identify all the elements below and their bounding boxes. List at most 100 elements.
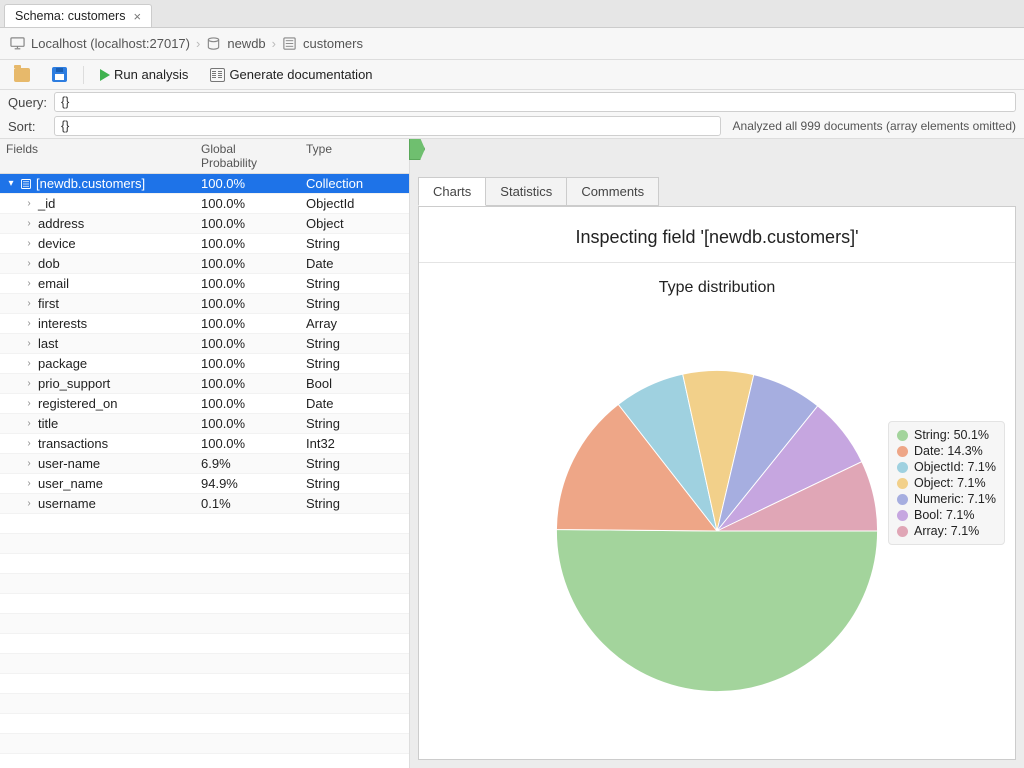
legend-item-bool[interactable]: Bool: 7.1% <box>897 507 996 523</box>
field-row[interactable]: ›user-name6.9%String <box>0 454 409 474</box>
field-prob: 100.0% <box>195 256 300 271</box>
field-type: Date <box>300 256 409 271</box>
legend-item-string[interactable]: String: 50.1% <box>897 427 996 443</box>
chevron-right-icon: › <box>24 478 34 489</box>
chevron-right-icon: › <box>24 258 34 269</box>
chevron-right-icon: › <box>24 318 34 329</box>
breadcrumb-collection[interactable]: customers <box>303 36 363 51</box>
legend-item-array[interactable]: Array: 7.1% <box>897 523 996 539</box>
field-row[interactable]: ›title100.0%String <box>0 414 409 434</box>
field-type: String <box>300 336 409 351</box>
save-button[interactable] <box>46 64 73 85</box>
tab-strip: Schema: customers × <box>0 0 1024 28</box>
chevron-right-icon: › <box>24 378 34 389</box>
play-icon <box>100 69 110 81</box>
field-name: email <box>38 276 69 291</box>
field-row[interactable]: ›last100.0%String <box>0 334 409 354</box>
field-type: Object <box>300 216 409 231</box>
chart-title: Inspecting field '[newdb.customers]' <box>419 207 1015 263</box>
field-name: [newdb.customers] <box>36 176 145 191</box>
field-name: device <box>38 236 76 251</box>
field-row[interactable]: ›package100.0%String <box>0 354 409 374</box>
inspector-tabs: Charts Statistics Comments <box>418 177 1024 206</box>
close-icon[interactable]: × <box>133 10 141 23</box>
chart-subtitle: Type distribution <box>419 263 1015 303</box>
chevron-right-icon: › <box>24 278 34 289</box>
query-input[interactable] <box>54 92 1016 112</box>
breadcrumb-host[interactable]: Localhost (localhost:27017) <box>31 36 190 51</box>
pie-chart <box>547 361 887 701</box>
legend-swatch <box>897 510 908 521</box>
field-row[interactable]: › _id 100.0%ObjectId <box>0 194 409 214</box>
header-type[interactable]: Type <box>300 139 409 173</box>
generate-doc-button[interactable]: Generate documentation <box>204 64 378 85</box>
chevron-right-icon: › <box>24 198 34 209</box>
header-probability[interactable]: Global Probability <box>195 139 300 173</box>
field-type: Bool <box>300 376 409 391</box>
tab-charts[interactable]: Charts <box>418 177 486 206</box>
chevron-right-icon: › <box>24 238 34 249</box>
field-type: String <box>300 276 409 291</box>
chevron-right-icon: › <box>24 298 34 309</box>
empty-row <box>0 594 409 614</box>
field-row[interactable]: ›interests100.0%Array <box>0 314 409 334</box>
field-prob: 6.9% <box>195 456 300 471</box>
field-row[interactable]: ›device100.0%String <box>0 234 409 254</box>
chevron-right-icon: › <box>24 438 34 449</box>
field-row[interactable]: ›dob100.0%Date <box>0 254 409 274</box>
tab-comments[interactable]: Comments <box>566 177 659 206</box>
legend-label: Date: 14.3% <box>914 444 983 458</box>
collection-icon <box>282 36 297 51</box>
collection-icon <box>20 178 32 190</box>
analyzed-note: Analyzed all 999 documents (array elemen… <box>727 119 1016 133</box>
field-row[interactable]: ›first100.0%String <box>0 294 409 314</box>
field-name: interests <box>38 316 87 331</box>
legend-item-objectid[interactable]: ObjectId: 7.1% <box>897 459 996 475</box>
breadcrumb: Localhost (localhost:27017) › newdb › cu… <box>0 28 1024 60</box>
legend-item-date[interactable]: Date: 14.3% <box>897 443 996 459</box>
field-row[interactable]: ›email100.0%String <box>0 274 409 294</box>
field-type: Collection <box>300 176 409 191</box>
pie-slice-string[interactable] <box>556 529 877 691</box>
chart-area: String: 50.1%Date: 14.3% ObjectId: 7.1%Ob… <box>419 303 1015 759</box>
field-row[interactable]: ›user_name94.9%String <box>0 474 409 494</box>
legend-item-object[interactable]: Object: 7.1% <box>897 475 996 491</box>
legend-swatch <box>897 478 908 489</box>
field-name: package <box>38 356 87 371</box>
empty-row <box>0 554 409 574</box>
field-name: _id <box>38 196 55 211</box>
sort-input[interactable] <box>54 116 721 136</box>
breadcrumb-db[interactable]: newdb <box>227 36 265 51</box>
field-type: String <box>300 456 409 471</box>
field-tree-body[interactable]: ▾[newdb.customers]100.0%Collection › _id 10… <box>0 174 409 768</box>
field-type: String <box>300 496 409 511</box>
legend-item-numeric[interactable]: Numeric: 7.1% <box>897 491 996 507</box>
chevron-right-icon: › <box>24 358 34 369</box>
field-row[interactable]: ›registered_on100.0%Date <box>0 394 409 414</box>
field-row-root[interactable]: ▾[newdb.customers]100.0%Collection <box>0 174 409 194</box>
empty-row <box>0 574 409 594</box>
chart-card: Inspecting field '[newdb.customers]' Typ… <box>418 206 1016 760</box>
field-type: String <box>300 476 409 491</box>
legend-swatch <box>897 526 908 537</box>
field-row[interactable]: ›transactions100.0%Int32 <box>0 434 409 454</box>
generate-doc-label: Generate documentation <box>229 67 372 82</box>
field-row[interactable]: ›address100.0%Object <box>0 214 409 234</box>
field-row[interactable]: ›username0.1%String <box>0 494 409 514</box>
field-prob: 100.0% <box>195 196 300 211</box>
chevron-right-icon: › <box>24 398 34 409</box>
panel-handle-icon[interactable] <box>409 139 425 160</box>
file-tab-schema[interactable]: Schema: customers × <box>4 4 152 27</box>
legend-label: ObjectId: 7.1% <box>914 460 996 474</box>
toolbar: Run analysis Generate documentation <box>0 60 1024 90</box>
field-type: ObjectId <box>300 196 409 211</box>
field-type: Date <box>300 396 409 411</box>
header-fields[interactable]: Fields <box>0 139 195 173</box>
open-button[interactable] <box>8 65 36 85</box>
field-type: Int32 <box>300 436 409 451</box>
tab-statistics[interactable]: Statistics <box>485 177 567 206</box>
run-analysis-button[interactable]: Run analysis <box>94 64 194 85</box>
field-prob: 100.0% <box>195 216 300 231</box>
field-prob: 100.0% <box>195 416 300 431</box>
field-row[interactable]: ›prio_support100.0%Bool <box>0 374 409 394</box>
